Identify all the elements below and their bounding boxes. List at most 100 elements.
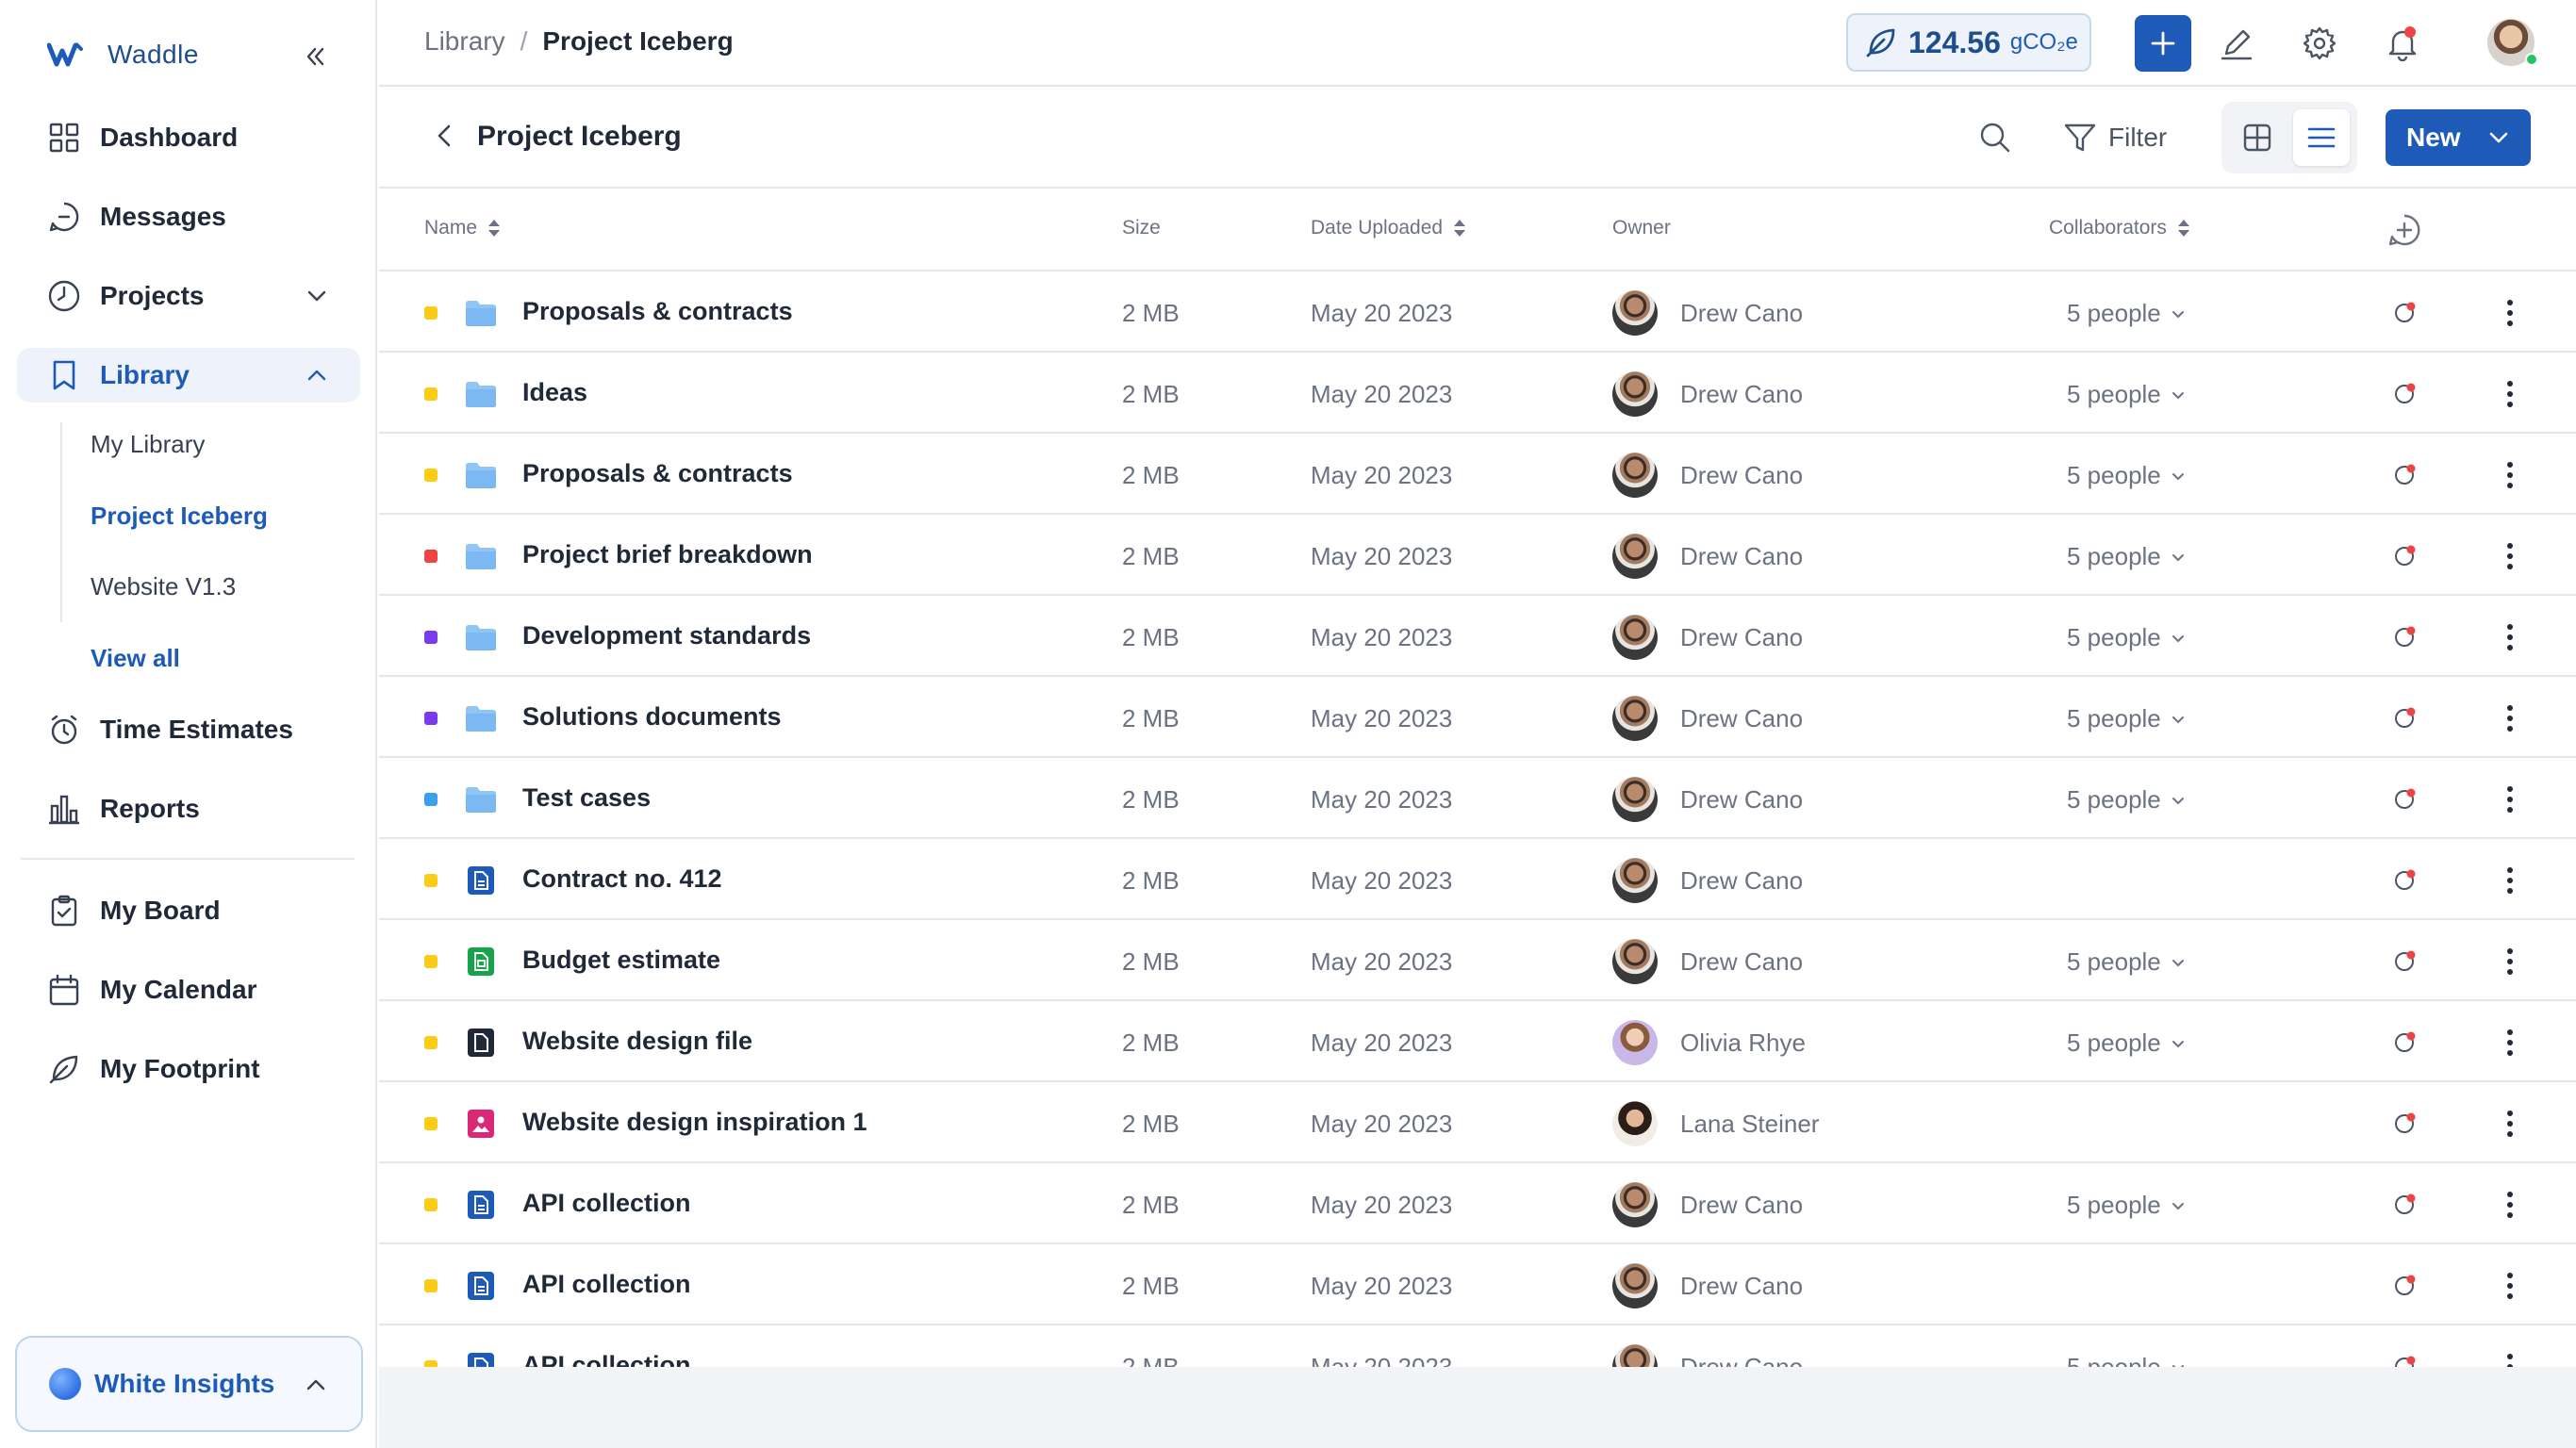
add-column-button[interactable] (2387, 213, 2421, 247)
table-row[interactable]: Solutions documents 2 MB May 20 2023 Drew C… (379, 677, 2576, 758)
table-row[interactable]: API collection 2 MB May 20 2023 Drew Cano 5 … (379, 1325, 2576, 1367)
breadcrumb-library[interactable]: Library (424, 26, 505, 57)
settings-button[interactable] (2299, 23, 2340, 64)
more-options-icon[interactable] (2499, 292, 2521, 334)
table-row[interactable]: Website design file 2 MB May 20 2023 Olivia… (379, 1001, 2576, 1082)
file-name[interactable]: Project brief breakdown (522, 540, 813, 569)
new-button[interactable]: New (2386, 109, 2531, 166)
white-insights-button[interactable]: White Insights (15, 1336, 363, 1432)
table-row[interactable]: Proposals & contracts 2 MB May 20 2023 Drew… (379, 272, 2576, 353)
more-options-icon[interactable] (2499, 454, 2521, 496)
collaborators-dropdown[interactable]: 5 people (2067, 299, 2186, 328)
collaborators-dropdown[interactable]: 5 people (2067, 1191, 2186, 1220)
record-icon[interactable] (2391, 379, 2419, 407)
record-icon[interactable] (2391, 865, 2419, 894)
sidebar-item-my-calendar[interactable]: My Calendar (17, 963, 360, 1017)
co2-footprint-badge[interactable]: 124.56 gCO₂e (1846, 13, 2091, 72)
sidebar-item-dashboard[interactable]: Dashboard (17, 110, 360, 165)
collaborators-dropdown[interactable]: 5 people (2067, 461, 2186, 490)
record-icon[interactable] (2391, 946, 2419, 975)
file-name[interactable]: Test cases (522, 783, 651, 813)
collapse-sidebar-button[interactable] (296, 38, 334, 75)
list-view-button[interactable] (2293, 109, 2350, 166)
sidebar-item-my-board[interactable]: My Board (17, 883, 360, 938)
library-view-all-link[interactable]: View all (91, 644, 180, 673)
sidebar-item-my-footprint[interactable]: My Footprint (17, 1042, 360, 1096)
edit-button[interactable] (2216, 23, 2257, 64)
file-name[interactable]: API collection (522, 1189, 691, 1218)
record-icon[interactable] (2391, 622, 2419, 650)
more-options-icon[interactable] (2499, 941, 2521, 982)
sidebar-item-time-estimates[interactable]: Time Estimates (17, 702, 360, 757)
more-options-icon[interactable] (2499, 1103, 2521, 1144)
more-options-icon[interactable] (2499, 779, 2521, 820)
notifications-button[interactable] (2382, 23, 2423, 64)
record-icon[interactable] (2391, 703, 2419, 732)
more-options-icon[interactable] (2499, 1265, 2521, 1307)
collaborators-dropdown[interactable]: 5 people (2067, 704, 2186, 733)
record-icon[interactable] (2391, 1109, 2419, 1137)
more-options-icon[interactable] (2499, 373, 2521, 415)
file-name[interactable]: Ideas (522, 378, 587, 407)
chevron-down-icon (2171, 797, 2184, 804)
more-options-icon[interactable] (2499, 1346, 2521, 1367)
library-sub-project-iceberg[interactable]: Project Iceberg (91, 502, 268, 531)
table-row[interactable]: Website design inspiration 1 2 MB May 20 2… (379, 1082, 2576, 1163)
more-options-icon[interactable] (2499, 860, 2521, 901)
sidebar-item-messages[interactable]: Messages (17, 189, 360, 244)
record-icon[interactable] (2391, 298, 2419, 326)
record-icon[interactable] (2391, 541, 2419, 569)
collaborators-dropdown[interactable]: 5 people (2067, 947, 2186, 977)
library-sub-my-library[interactable]: My Library (91, 430, 205, 459)
record-icon[interactable] (2391, 1271, 2419, 1299)
filter-button[interactable]: Filter (2063, 115, 2167, 160)
record-icon[interactable] (2391, 784, 2419, 813)
sidebar-item-projects[interactable]: Projects (17, 269, 360, 323)
collaborators-dropdown[interactable]: 5 people (2067, 1353, 2186, 1367)
file-name[interactable]: Website design file (522, 1027, 752, 1056)
record-icon[interactable] (2391, 1352, 2419, 1367)
more-options-icon[interactable] (2499, 1184, 2521, 1226)
collaborators-dropdown[interactable]: 5 people (2067, 623, 2186, 652)
collaborators-dropdown[interactable]: 5 people (2067, 542, 2186, 571)
more-options-icon[interactable] (2499, 535, 2521, 577)
file-name[interactable]: Contract no. 412 (522, 864, 722, 894)
grid-view-button[interactable] (2229, 109, 2286, 166)
file-name[interactable]: Development standards (522, 621, 811, 650)
library-sub-website[interactable]: Website V1.3 (91, 572, 236, 601)
sidebar-item-reports[interactable]: Reports (17, 782, 360, 836)
table-row[interactable]: Development standards 2 MB May 20 2023 Drew… (379, 596, 2576, 677)
back-arrow-icon[interactable] (430, 121, 460, 151)
sidebar-item-library[interactable]: Library (17, 348, 360, 403)
search-button[interactable] (1973, 115, 2018, 160)
file-name[interactable]: Proposals & contracts (522, 297, 793, 326)
file-name[interactable]: Solutions documents (522, 702, 782, 732)
column-header-name[interactable]: Name (424, 217, 502, 239)
table-row[interactable]: Proposals & contracts 2 MB May 20 2023 Drew… (379, 434, 2576, 515)
table-row[interactable]: Contract no. 412 2 MB May 20 2023 Drew Cano (379, 839, 2576, 920)
file-name[interactable]: API collection (522, 1351, 691, 1367)
file-name[interactable]: Website design inspiration 1 (522, 1108, 867, 1137)
table-row[interactable]: API collection 2 MB May 20 2023 Drew Cano (379, 1244, 2576, 1325)
record-icon[interactable] (2391, 460, 2419, 488)
more-options-icon[interactable] (2499, 1022, 2521, 1063)
collaborators-dropdown[interactable]: 5 people (2067, 380, 2186, 409)
more-options-icon[interactable] (2499, 617, 2521, 658)
table-row[interactable]: API collection 2 MB May 20 2023 Drew Cano 5 … (379, 1163, 2576, 1244)
record-icon[interactable] (2391, 1190, 2419, 1218)
file-name[interactable]: Budget estimate (522, 946, 720, 975)
file-name[interactable]: Proposals & contracts (522, 459, 793, 488)
collaborators-dropdown[interactable]: 5 people (2067, 1028, 2186, 1058)
table-row[interactable]: Ideas 2 MB May 20 2023 Drew Cano 5 people (379, 353, 2576, 434)
table-row[interactable]: Budget estimate 2 MB May 20 2023 Drew Cano 5… (379, 920, 2576, 1001)
add-button[interactable] (2135, 15, 2191, 72)
table-row[interactable]: Project brief breakdown 2 MB May 20 2023 Dr… (379, 515, 2576, 596)
more-options-icon[interactable] (2499, 698, 2521, 739)
collaborators-dropdown[interactable]: 5 people (2067, 785, 2186, 814)
column-header-collaborators[interactable]: Collaborators (2049, 217, 2191, 239)
column-header-date[interactable]: Date Uploaded (1311, 217, 1467, 239)
brand[interactable]: Waddle (47, 36, 199, 74)
file-name[interactable]: API collection (522, 1270, 691, 1299)
table-row[interactable]: Test cases 2 MB May 20 2023 Drew Cano 5 peop… (379, 758, 2576, 839)
record-icon[interactable] (2391, 1028, 2419, 1056)
